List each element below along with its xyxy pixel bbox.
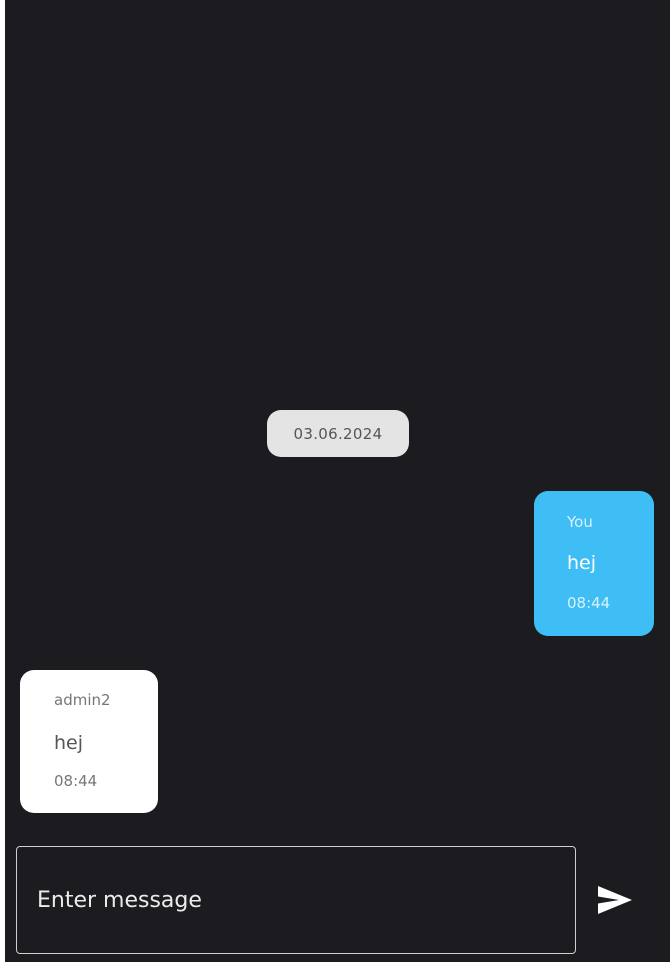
message-sender: admin2	[54, 691, 111, 709]
message-bubble-incoming[interactable]: admin2 hej 08:44	[20, 670, 158, 813]
message-bubble-outgoing[interactable]: You hej 08:44	[534, 491, 654, 636]
chat-screen: 03.06.2024 You hej 08:44 admin2 hej 08:4…	[5, 0, 670, 962]
message-input[interactable]	[17, 847, 575, 953]
message-text: hej	[567, 552, 597, 574]
message-time: 08:44	[567, 594, 611, 612]
send-icon	[598, 886, 632, 914]
message-input-container[interactable]	[16, 846, 576, 954]
message-sender: You	[567, 513, 593, 531]
send-button[interactable]	[593, 878, 637, 922]
date-separator: 03.06.2024	[267, 410, 409, 457]
message-time: 08:44	[54, 772, 98, 790]
message-text: hej	[54, 732, 84, 754]
